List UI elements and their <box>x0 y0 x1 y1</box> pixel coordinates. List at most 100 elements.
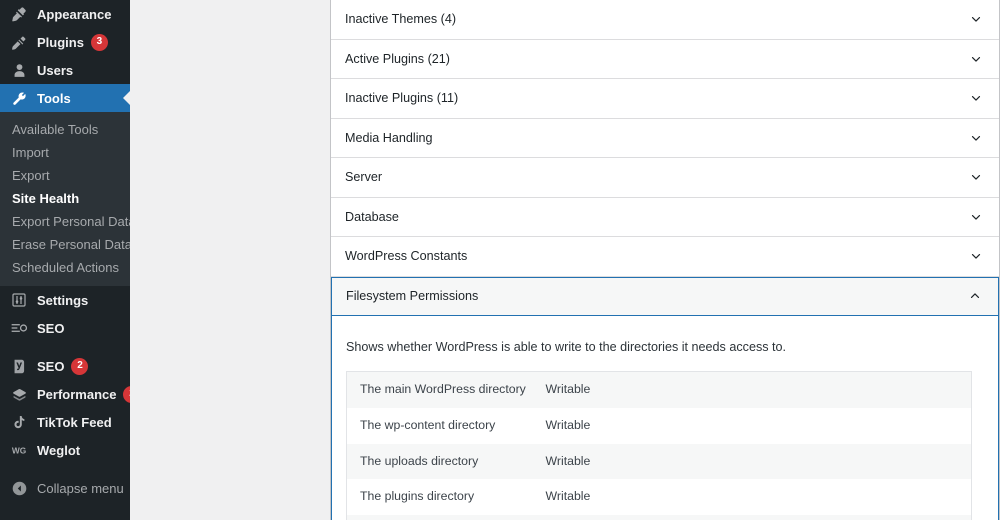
submenu-item-erase-personal-data[interactable]: Erase Personal Data <box>0 233 130 256</box>
yoast-seo-badge: 2 <box>71 357 89 375</box>
accordion-label: Active Plugins (21) <box>345 51 450 66</box>
accordion-label: Filesystem Permissions <box>346 289 479 304</box>
sidebar-item-label: SEO <box>37 320 65 336</box>
settings-sliders-icon <box>9 290 29 310</box>
accordion-header[interactable]: Active Plugins (21) <box>331 39 999 78</box>
content-area: Inactive Themes (4) Active Plugins (21) … <box>130 0 1000 520</box>
user-icon <box>9 60 29 80</box>
accordion-section-active-plugins: Active Plugins (21) <box>331 39 999 79</box>
accordion-label: Inactive Themes (4) <box>345 12 457 27</box>
filesystem-permissions-table: The main WordPress directory Writable Th… <box>346 370 972 520</box>
collapse-arrow-icon <box>9 478 29 498</box>
directory-name: The uploads directory <box>360 453 479 468</box>
directory-status: Writable <box>545 489 591 504</box>
submenu-item-export[interactable]: Export <box>0 164 130 187</box>
accordion-label: WordPress Constants <box>345 249 468 264</box>
submenu-item-export-personal-data[interactable]: Export Personal Data <box>0 210 130 233</box>
directory-name: The wp-content directory <box>360 417 496 432</box>
sidebar-plugins-menu: SEO 2 Performance 2 <box>0 352 130 464</box>
chevron-down-icon[interactable] <box>967 247 985 265</box>
accordion-section-media-handling: Media Handling <box>331 118 999 158</box>
admin-sidebar: Appearance Plugins 3 Users Tools Availab… <box>0 0 130 520</box>
chevron-down-icon[interactable] <box>967 129 985 147</box>
sidebar-item-label: Plugins <box>37 34 84 50</box>
accordion-label: Database <box>345 209 399 224</box>
accordion-section-inactive-plugins: Inactive Plugins (11) <box>331 79 999 119</box>
accordion-header[interactable]: Server <box>331 158 999 197</box>
submenu-item-scheduled-actions[interactable]: Scheduled Actions <box>0 256 130 279</box>
wrench-icon <box>9 88 29 108</box>
sidebar-item-label: Performance <box>37 386 117 402</box>
sidebar-item-label: Weglot <box>37 442 81 458</box>
filesystem-permissions-description: Shows whether WordPress is able to write… <box>346 340 787 354</box>
sidebar-item-weglot[interactable]: WG Weglot <box>0 436 130 464</box>
accordion-section-inactive-themes: Inactive Themes (4) <box>331 0 999 40</box>
sidebar-item-plugins[interactable]: Plugins 3 <box>0 28 130 56</box>
svg-text:WG: WG <box>12 445 26 455</box>
accordion-header[interactable]: WordPress Constants <box>331 237 999 276</box>
sidebar-item-appearance[interactable]: Appearance <box>0 0 130 28</box>
yoast-seo-icon <box>9 356 29 376</box>
filesystem-permissions-body: Shows whether WordPress is able to write… <box>332 316 998 520</box>
sidebar-item-users[interactable]: Users <box>0 56 130 84</box>
plugins-update-badge: 3 <box>90 33 108 51</box>
accordion-header[interactable]: Inactive Themes (4) <box>331 0 999 39</box>
directory-name: The main WordPress directory <box>360 381 526 396</box>
sidebar-primary-menu: Appearance Plugins 3 Users Tools <box>0 0 130 112</box>
directory-status: Writable <box>545 417 591 432</box>
sidebar-secondary-menu: Settings SEO <box>0 286 130 342</box>
chevron-down-icon[interactable] <box>967 168 985 186</box>
submenu-item-import[interactable]: Import <box>0 141 130 164</box>
tools-submenu: Available Tools Import Export Site Healt… <box>0 112 130 286</box>
accordion-header[interactable]: Media Handling <box>331 118 999 157</box>
directory-status: Writable <box>545 381 591 396</box>
chevron-down-icon[interactable] <box>967 10 985 28</box>
paintbrush-icon <box>9 4 29 24</box>
performance-icon <box>9 384 29 404</box>
sidebar-item-label: Users <box>37 62 74 78</box>
sidebar-item-settings[interactable]: Settings <box>0 286 130 314</box>
accordion-label: Server <box>345 170 383 185</box>
accordion-section-server: Server <box>331 158 999 198</box>
chevron-down-icon[interactable] <box>967 89 985 107</box>
table-row: The main WordPress directory Writable <box>346 371 972 408</box>
sidebar-item-performance[interactable]: Performance 2 <box>0 380 130 408</box>
site-health-info-panel: Inactive Themes (4) Active Plugins (21) … <box>330 0 1000 520</box>
table-row: The uploads directory Writable <box>346 443 972 480</box>
accordion-section-filesystem-permissions: Filesystem Permissions Shows whether Wor… <box>331 276 999 520</box>
collapse-menu-label: Collapse menu <box>37 480 124 496</box>
accordion-section-wordpress-constants: WordPress Constants <box>331 237 999 277</box>
accordion-label: Inactive Plugins (11) <box>345 91 459 106</box>
sidebar-item-label: TikTok Feed <box>37 414 112 430</box>
submenu-item-available-tools[interactable]: Available Tools <box>0 118 130 141</box>
accordion-header[interactable]: Inactive Plugins (11) <box>331 79 999 118</box>
accordion-header[interactable]: Database <box>331 197 999 236</box>
seo-lines-icon <box>9 318 29 338</box>
sidebar-item-yoast-seo[interactable]: SEO 2 <box>0 352 130 380</box>
chevron-down-icon[interactable] <box>967 208 985 226</box>
sidebar-item-label: Tools <box>37 90 71 106</box>
table-row: The wp-content directory Writable <box>346 407 972 444</box>
accordion-label: Media Handling <box>345 130 433 145</box>
sidebar-item-tiktok-feed[interactable]: TikTok Feed <box>0 408 130 436</box>
directory-status: Writable <box>545 453 591 468</box>
sidebar-item-label: SEO <box>37 358 65 374</box>
tiktok-icon <box>9 412 29 432</box>
sidebar-item-label: Appearance <box>37 6 112 22</box>
table-row: The plugins directory Writable <box>346 479 972 516</box>
directory-status: Writable <box>533 515 972 520</box>
sidebar-item-label: Settings <box>37 292 89 308</box>
wordpress-admin-screen: Appearance Plugins 3 Users Tools Availab… <box>0 0 1000 520</box>
accordion-header-expanded[interactable]: Filesystem Permissions <box>332 277 998 316</box>
weglot-wg-icon: WG <box>9 440 29 460</box>
chevron-up-icon[interactable] <box>966 287 984 305</box>
chevron-down-icon[interactable] <box>967 50 985 68</box>
sidebar-item-seo-core[interactable]: SEO <box>0 314 130 342</box>
sidebar-collapse-menu-button[interactable]: Collapse menu <box>0 474 130 502</box>
submenu-item-site-health[interactable]: Site Health <box>0 187 130 210</box>
sidebar-item-tools[interactable]: Tools <box>0 84 130 112</box>
sidebar-divider-gap <box>0 342 130 352</box>
accordion-section-database: Database <box>331 197 999 237</box>
directory-name: The themes directory <box>347 515 533 520</box>
table-row: The themes directory Writable <box>346 515 972 520</box>
